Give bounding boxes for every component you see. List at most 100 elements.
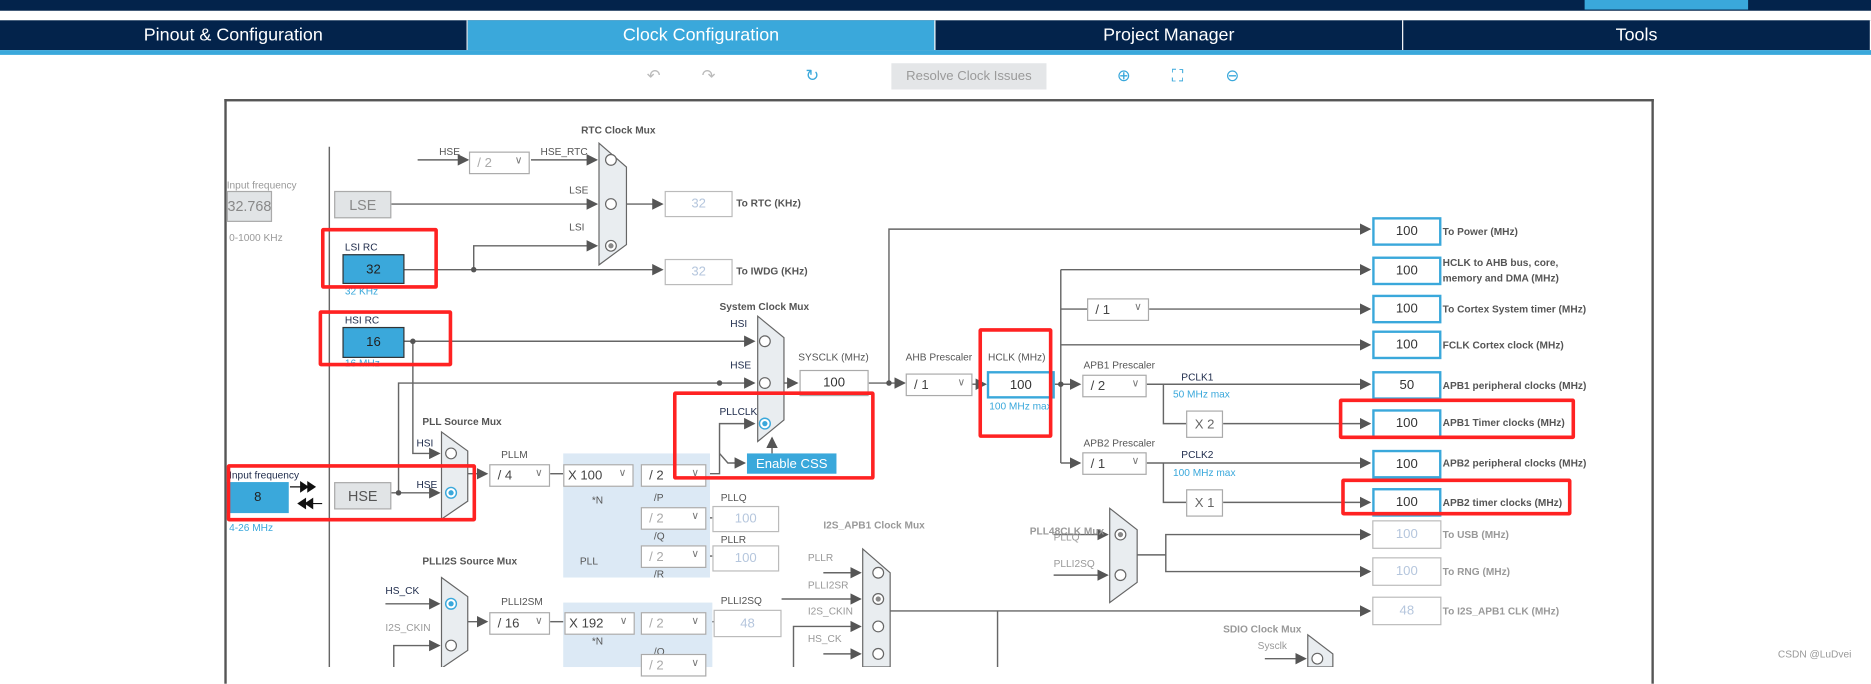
output-power-field[interactable]: 100 <box>1372 217 1442 246</box>
clock-wires <box>289 141 1372 668</box>
plli2sm-label: PLLI2SM <box>501 595 543 608</box>
chevron-down-icon: ∨ <box>691 614 700 627</box>
i2s-hs-ck-label: HS_CK <box>807 632 842 645</box>
rtc-hse-rtc-label: HSE_RTC <box>540 145 588 158</box>
plli2sq-label: PLLI2SQ <box>720 594 762 607</box>
rtc-output-field[interactable]: 32 <box>664 190 733 218</box>
highlight-lsi <box>320 227 438 289</box>
output-apb2-peripheral-label: APB2 peripheral clocks (MHz) <box>1442 457 1587 469</box>
pll-source-mux-title: PLL Source Mux <box>422 415 502 428</box>
chevron-down-icon: ∨ <box>1131 377 1140 389</box>
i2s-apb1-mux-title: I2S_APB1 Clock Mux <box>823 519 925 531</box>
chevron-down-icon: ∨ <box>691 656 700 669</box>
output-hclk-ahb-field[interactable]: 100 <box>1372 256 1442 286</box>
pllm-value: / 4 <box>497 468 513 483</box>
plln-select[interactable]: X 100 ∨ <box>563 464 634 487</box>
apb1-prescaler-value: / 2 <box>1090 378 1106 394</box>
pllq-div-label: /Q <box>653 529 665 542</box>
pclk2-max: 100 MHz max <box>1172 466 1236 479</box>
chevron-down-icon: ∨ <box>1134 300 1142 313</box>
output-cortex-timer-label: To Cortex System timer (MHz) <box>1442 303 1587 316</box>
sdio-clock-mux-title: SDIO Clock Mux <box>1223 622 1302 635</box>
pllq-select[interactable]: / 2 ∨ <box>640 507 707 530</box>
highlight-hclk <box>978 328 1053 438</box>
chevron-down-icon: ∨ <box>691 547 700 560</box>
apb2-prescaler-select[interactable]: / 1 ∨ <box>1082 452 1147 475</box>
plli2sm-select[interactable]: / 16 ∨ <box>489 612 551 635</box>
pllr-select[interactable]: / 2 ∨ <box>640 545 707 568</box>
plli2sm-value: / 16 <box>497 616 520 631</box>
output-usb-field[interactable]: 100 <box>1372 520 1442 549</box>
lse-range: 0-1000 KHz <box>229 231 283 244</box>
rtc-hse-label: HSE <box>439 145 460 158</box>
rtc-lsi-label: LSI <box>569 220 585 233</box>
watermark: CSDN @LuDvei <box>1777 647 1852 660</box>
output-fclk-label: FCLK Cortex clock (MHz) <box>1442 338 1564 351</box>
pllr-label: PLLR <box>720 533 747 546</box>
chevron-down-icon: ∨ <box>535 614 543 627</box>
pll-src-hsi-label: HSI <box>416 436 434 449</box>
rtc-hse-divider-select[interactable]: / 2 ∨ <box>468 151 530 175</box>
chevron-down-icon: ∨ <box>618 466 627 479</box>
chevron-down-icon: ∨ <box>535 466 543 479</box>
plli2sq-output-field[interactable]: 48 <box>713 609 782 638</box>
plli2s-source-mux <box>440 576 469 668</box>
rtc-mux-title: RTC Clock Mux <box>581 124 656 137</box>
cortex-timer-divider-select[interactable]: / 1 ∨ <box>1087 298 1150 321</box>
plli2s-source-mux-title: PLLI2S Source Mux <box>422 554 518 567</box>
highlight-pllclk <box>672 391 875 480</box>
apb1-timer-multiplier: X 2 <box>1186 410 1224 438</box>
lse-input-frequency-field[interactable]: 32.768 <box>226 190 273 222</box>
output-fclk-field[interactable]: 100 <box>1372 330 1442 360</box>
pllq-output-field[interactable]: 100 <box>712 505 780 533</box>
plln-label: *N <box>591 494 604 506</box>
sysmux-hsi-label: HSI <box>730 317 748 330</box>
plli2sr-value: / 2 <box>649 658 664 673</box>
pclk1-label: PCLK1 <box>1181 371 1214 384</box>
apb1-prescaler-select[interactable]: / 2 ∨ <box>1082 374 1147 398</box>
pll48-pllq-label: PLLQ <box>1053 530 1080 543</box>
plli2sq-select[interactable]: / 2 ∨ <box>640 612 707 635</box>
pclk1-max: 50 MHz max <box>1172 387 1230 400</box>
sdio-sysclk-label: Sysclk <box>1257 639 1287 652</box>
output-cortex-timer-field[interactable]: 100 <box>1372 294 1442 324</box>
plli2sn-value: X 192 <box>569 616 604 631</box>
ahb-prescaler-label: AHB Prescaler <box>905 350 973 363</box>
sysclk-label: SYSCLK (MHz) <box>798 350 869 363</box>
output-power-label: To Power (MHz) <box>1442 225 1518 238</box>
output-rng-label: To RNG (MHz) <box>1442 565 1511 578</box>
apb2-prescaler-label: APB2 Prescaler <box>1083 436 1156 449</box>
output-apb1-peripheral-field[interactable]: 50 <box>1372 371 1442 400</box>
pll48-plli2sq-label: PLLI2SQ <box>1053 557 1095 570</box>
output-i2s-apb1-field[interactable]: 48 <box>1372 596 1442 626</box>
output-usb-label: To USB (MHz) <box>1442 528 1509 541</box>
highlight-apb2-timer <box>1341 478 1572 516</box>
hse-range: 4-26 MHz <box>229 521 274 534</box>
pll48clk-mux <box>1109 507 1138 604</box>
output-rng-field[interactable]: 100 <box>1372 557 1442 586</box>
system-clock-mux-title: System Clock Mux <box>719 300 810 313</box>
lse-block: LSE <box>334 190 392 219</box>
iwdg-output-field[interactable]: 32 <box>664 258 733 286</box>
rtc-lse-label: LSE <box>569 183 589 196</box>
pclk2-label: PCLK2 <box>1181 448 1214 461</box>
rtc-hse-divider-value: / 2 <box>477 155 492 171</box>
pllr-output-field[interactable]: 100 <box>712 545 780 572</box>
ahb-prescaler-select[interactable]: / 1 ∨ <box>905 373 973 397</box>
pllq-value: / 2 <box>649 511 664 526</box>
plli2sr-select[interactable]: / 2 ∨ <box>640 653 707 677</box>
pll-title: PLL <box>579 554 598 567</box>
chevron-down-icon: ∨ <box>619 614 628 627</box>
output-hclk-ahb-label: HCLK to AHB bus, core, <box>1442 256 1559 269</box>
output-apb2-peripheral-field[interactable]: 100 <box>1372 449 1442 479</box>
iwdg-output-label: To IWDG (KHz) <box>736 264 808 277</box>
plli2sn-select[interactable]: X 192 ∨ <box>564 612 635 635</box>
chevron-down-icon: ∨ <box>1131 454 1140 467</box>
pllr-value: / 2 <box>649 549 664 564</box>
highlight-hse <box>226 464 477 522</box>
apb1-prescaler-label: APB1 Prescaler <box>1083 359 1156 372</box>
pllm-select[interactable]: / 4 ∨ <box>489 464 551 487</box>
output-i2s-apb1-label: To I2S_APB1 CLK (MHz) <box>1442 604 1560 617</box>
plli2sn-label: *N <box>591 634 604 647</box>
pllm-label: PLLM <box>501 448 528 461</box>
